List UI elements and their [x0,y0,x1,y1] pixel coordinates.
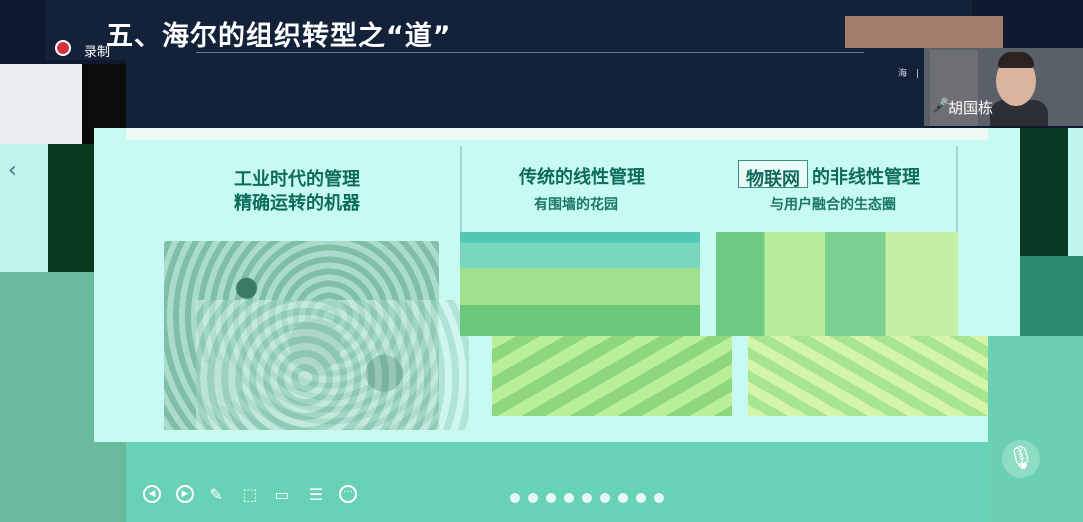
page-dot[interactable] [582,493,592,503]
right-cyan-block [1068,128,1083,256]
record-icon[interactable] [55,40,71,56]
right-dark-block [1020,128,1068,256]
page-dot[interactable] [654,493,664,503]
left-green-block [48,144,94,272]
page-dot[interactable] [636,493,646,503]
panel-industrial-subtitle: 精确运转的机器 [234,193,360,214]
title-underline [196,52,864,53]
slide-top-strip [126,128,988,140]
chevron-left-icon[interactable]: ‹ [8,158,17,183]
video-background-top [845,16,1003,48]
panel-iot-subtitle: 与用户融合的生态圈 [770,197,896,213]
panel-iot-title: 的非线性管理 [812,167,920,188]
garden-image-overlay [492,336,732,416]
record-label: 录制 [84,45,111,60]
right-teal-block [1020,256,1083,336]
prev-slide-icon[interactable]: ◀ [143,485,161,503]
panel-divider [460,146,462,234]
ecosystem-image-overlay [748,336,990,416]
right-teal-strip [988,336,1083,522]
microphone-icon[interactable]: 🎙 [1002,440,1040,478]
slide-header-band [126,60,926,128]
more-icon[interactable]: ··· [339,485,357,503]
panel-iot-title-boxed: 物联网 [746,169,800,190]
presentation-toolbar [126,442,988,522]
speaker-name: 胡国栋 [948,99,994,117]
slide-title: 五、海尔的组织转型之“道” [106,21,452,52]
page-dot[interactable] [510,493,520,503]
left-background-block [0,64,82,144]
pen-icon[interactable]: ✎ [206,485,226,505]
panel-industrial-title: 工业时代的管理 [234,169,360,190]
next-slide-icon[interactable]: ▶ [176,485,194,503]
caption-icon[interactable]: ☰ [306,485,326,505]
panel-linear-title: 传统的线性管理 [519,167,645,188]
ecosystem-image [716,232,958,336]
gears-image-overlay [196,300,469,430]
panel-divider [956,146,958,234]
page-indicator [510,493,664,503]
page-dot[interactable] [528,493,538,503]
page-dot[interactable] [600,493,610,503]
selection-icon[interactable]: ⬚ [240,485,260,505]
video-icon[interactable]: ▭ [272,485,292,505]
page-dot[interactable] [546,493,556,503]
panel-linear-subtitle: 有围墙的花园 [534,197,618,213]
speaker-hair [998,52,1034,68]
garden-image [460,232,700,336]
page-dot[interactable] [618,493,628,503]
page-dot[interactable] [564,493,574,503]
microphone-small-icon: 🎤 [932,98,950,114]
